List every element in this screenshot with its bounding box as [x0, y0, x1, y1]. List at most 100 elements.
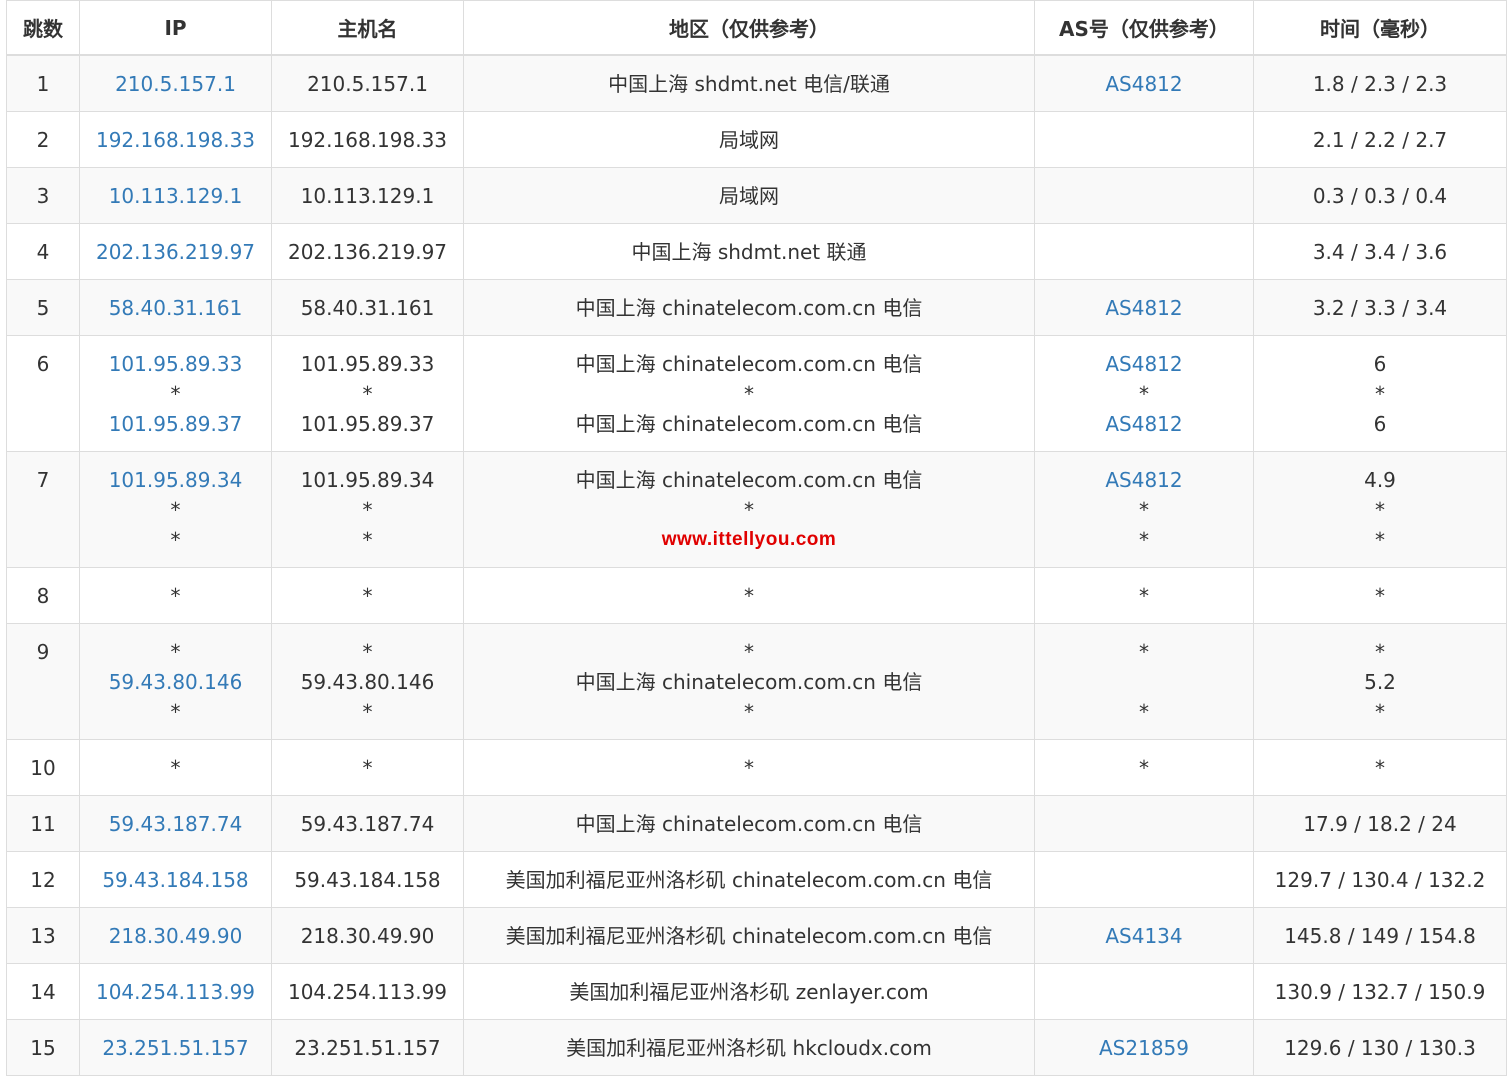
as-link[interactable]: AS4812 — [1035, 69, 1253, 99]
as-link[interactable]: AS4812 — [1035, 465, 1253, 495]
table-row: 1 210.5.157.1 210.5.157.1 中国上海 shdmt.net 电信… — [6, 54, 1507, 112]
as-value — [1035, 809, 1253, 839]
as-link[interactable]: AS4812 — [1035, 349, 1253, 379]
header-hop: 跳数 — [6, 0, 80, 56]
timeout-marker: * — [1139, 700, 1149, 724]
ip-link[interactable]: 59.43.187.74 — [80, 809, 271, 839]
ip-link[interactable]: 218.30.49.90 — [80, 921, 271, 951]
hop-cell: 6 — [6, 335, 80, 452]
timeout-marker: * — [1139, 382, 1149, 406]
time-value: 0.3 / 0.3 / 0.4 — [1312, 184, 1448, 208]
as-value — [1035, 181, 1253, 211]
host-value: 218.30.49.90 — [300, 924, 435, 948]
hop-number: 2 — [36, 128, 50, 152]
timeout-marker: * — [1139, 528, 1149, 552]
time-cell: 1.8 / 2.3 / 2.3 — [1253, 54, 1507, 112]
timeout-marker: * — [1375, 498, 1385, 522]
as-cell — [1034, 223, 1254, 280]
timeout-marker: * — [170, 640, 181, 664]
timeout-marker: * — [1139, 756, 1149, 780]
region-cell: 美国加利福尼亚州洛杉矶 zenlayer.com — [463, 963, 1035, 1020]
as-value — [1035, 667, 1253, 697]
hop-cell: 4 — [6, 223, 80, 280]
header-hostname: 主机名 — [271, 0, 464, 56]
timeout-marker: * — [362, 756, 373, 780]
time-cell: 3.4 / 3.4 / 3.6 — [1253, 223, 1507, 280]
timeout-marker: * — [362, 528, 373, 552]
time-value: 5.2 — [1364, 670, 1396, 694]
timeout-marker: * — [362, 584, 373, 608]
region-value: 美国加利福尼亚州洛杉矶 chinatelecom.com.cn 电信 — [505, 868, 993, 892]
ip-cell: 59.43.187.74 — [79, 795, 272, 852]
region-value: 中国上海 shdmt.net 联通 — [631, 240, 867, 264]
region-cell: * — [463, 567, 1035, 624]
region-cell: 中国上海 shdmt.net 电信/联通 — [463, 54, 1035, 112]
region-value: 中国上海 chinatelecom.com.cn 电信 — [575, 468, 923, 492]
ip-link[interactable]: 101.95.89.33 — [80, 349, 271, 379]
region-value: 中国上海 chinatelecom.com.cn 电信 — [575, 812, 923, 836]
hop-number: 10 — [30, 756, 56, 780]
ip-cell: 104.254.113.99 — [79, 963, 272, 1020]
as-link[interactable]: AS4812 — [1035, 409, 1253, 439]
timeout-marker: * — [170, 528, 181, 552]
ip-link[interactable]: 23.251.51.157 — [80, 1033, 271, 1063]
time-value: 1.8 / 2.3 / 2.3 — [1312, 72, 1448, 96]
timeout-marker: * — [1375, 382, 1385, 406]
time-cell: * 5.2 * — [1253, 623, 1507, 740]
region-cell: 中国上海 shdmt.net 联通 — [463, 223, 1035, 280]
region-value: 中国上海 chinatelecom.com.cn 电信 — [575, 670, 923, 694]
hostname-cell: 59.43.184.158 — [271, 851, 464, 908]
hop-cell: 7 — [6, 451, 80, 568]
time-value: 6 — [1373, 352, 1387, 376]
time-value: 3.4 / 3.4 / 3.6 — [1312, 240, 1448, 264]
ip-link[interactable]: 202.136.219.97 — [80, 237, 271, 267]
hop-number: 3 — [36, 184, 50, 208]
header-time: 时间（毫秒） — [1253, 0, 1507, 56]
region-value: 美国加利福尼亚州洛杉矶 zenlayer.com — [569, 980, 929, 1004]
ip-link[interactable]: 210.5.157.1 — [80, 69, 271, 99]
hop-number: 13 — [30, 924, 56, 948]
hop-cell: 9 — [6, 623, 80, 740]
timeout-marker: * — [170, 756, 181, 780]
time-cell: * — [1253, 739, 1507, 796]
table-row: 10 * * * * * — [6, 739, 1507, 796]
as-link[interactable]: AS4134 — [1035, 921, 1253, 951]
as-link[interactable]: AS4812 — [1035, 293, 1253, 323]
time-value: 145.8 / 149 / 154.8 — [1284, 924, 1476, 948]
ip-link[interactable]: 59.43.184.158 — [80, 865, 271, 895]
ip-link[interactable]: 58.40.31.161 — [80, 293, 271, 323]
ip-link[interactable]: 101.95.89.37 — [80, 409, 271, 439]
as-cell: AS4812 — [1034, 54, 1254, 112]
host-value: 23.251.51.157 — [294, 1036, 441, 1060]
ip-link[interactable]: 192.168.198.33 — [80, 125, 271, 155]
region-value: 美国加利福尼亚州洛杉矶 chinatelecom.com.cn 电信 — [505, 924, 993, 948]
time-cell: 130.9 / 132.7 / 150.9 — [1253, 963, 1507, 1020]
hop-cell: 3 — [6, 167, 80, 224]
as-value — [1035, 977, 1253, 1007]
hop-number: 12 — [30, 868, 56, 892]
region-cell: 局域网 — [463, 167, 1035, 224]
region-cell: 美国加利福尼亚州洛杉矶 hkcloudx.com — [463, 1019, 1035, 1076]
ip-cell: 192.168.198.33 — [79, 111, 272, 168]
ip-link[interactable]: 104.254.113.99 — [80, 977, 271, 1007]
table-row: 2 192.168.198.33 192.168.198.33 局域网 2.1 / 2.… — [6, 111, 1507, 168]
as-link[interactable]: AS21859 — [1035, 1033, 1253, 1063]
ip-cell: 58.40.31.161 — [79, 279, 272, 336]
ip-link[interactable]: 59.43.80.146 — [80, 667, 271, 697]
hop-cell: 11 — [6, 795, 80, 852]
timeout-marker: * — [1375, 584, 1385, 608]
region-cell: 局域网 — [463, 111, 1035, 168]
timeout-marker: * — [1375, 640, 1385, 664]
host-value: 59.43.80.146 — [300, 670, 435, 694]
host-value: 192.168.198.33 — [287, 128, 448, 152]
region-cell: 美国加利福尼亚州洛杉矶 chinatelecom.com.cn 电信 — [463, 907, 1035, 964]
host-value: 202.136.219.97 — [287, 240, 448, 264]
time-value: 17.9 / 18.2 / 24 — [1303, 812, 1457, 836]
timeout-marker: * — [1139, 640, 1149, 664]
ip-link[interactable]: 10.113.129.1 — [80, 181, 271, 211]
ip-cell: 202.136.219.97 — [79, 223, 272, 280]
hop-number: 6 — [36, 352, 50, 376]
hop-cell: 12 — [6, 851, 80, 908]
hostname-cell: * — [271, 567, 464, 624]
ip-link[interactable]: 101.95.89.34 — [80, 465, 271, 495]
